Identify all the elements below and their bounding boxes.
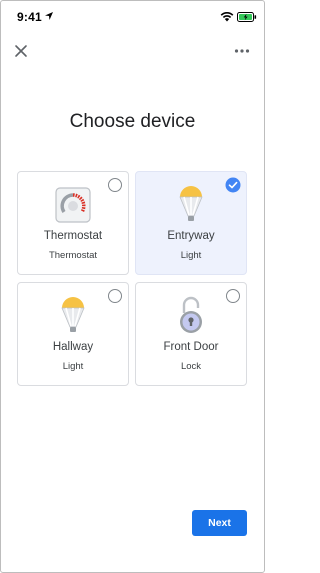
device-type: Lock <box>180 361 202 372</box>
radio-unselected[interactable] <box>108 178 122 192</box>
device-card-hallway[interactable]: Hallway Light <box>17 282 129 386</box>
device-card-front-door[interactable]: Front Door Lock <box>135 282 247 386</box>
close-icon[interactable] <box>12 42 30 60</box>
device-name: Hallway <box>52 341 94 353</box>
location-arrow-icon <box>45 12 53 20</box>
radio-unselected[interactable] <box>226 289 240 303</box>
status-time: 9:41 <box>17 10 42 24</box>
device-card-entryway[interactable]: Entryway Light <box>135 171 247 275</box>
check-circle-icon[interactable] <box>225 177 241 193</box>
page-title: Choose device <box>69 111 196 132</box>
device-name: Thermostat <box>43 230 103 242</box>
device-name: Entryway <box>167 230 215 242</box>
device-card-thermostat[interactable]: Thermostat Thermostat <box>17 171 129 275</box>
status-bar: 9:41 <box>0 8 265 26</box>
device-name: Front Door <box>163 341 219 353</box>
device-type: Light <box>180 250 202 261</box>
radio-unselected[interactable] <box>108 289 122 303</box>
next-button[interactable]: Next <box>192 510 247 536</box>
more-horizontal-icon[interactable] <box>234 48 250 54</box>
wifi-icon <box>220 12 234 22</box>
padlock-icon <box>180 296 202 333</box>
device-type: Light <box>62 361 84 372</box>
device-type: Thermostat <box>48 250 98 261</box>
light-bulb-icon <box>61 297 85 332</box>
light-bulb-icon <box>179 186 203 221</box>
battery-icon <box>237 12 257 22</box>
thermostat-icon <box>55 187 91 223</box>
